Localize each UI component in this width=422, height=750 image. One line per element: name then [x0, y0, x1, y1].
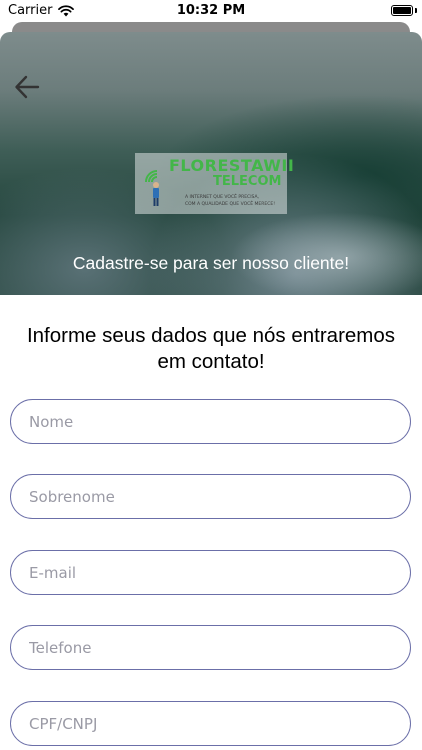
logo-tagline-2: COM A QUALIDADE QUE VOCÊ MERECE! — [185, 202, 276, 207]
form-title: Informe seus dados que nós entraremos em… — [26, 324, 396, 373]
email-input[interactable] — [10, 550, 411, 595]
battery-icon — [391, 5, 413, 16]
first-name-input[interactable] — [10, 399, 411, 444]
screen: Carrier 10:32 PM FLORESTAWII TELECOM A I… — [0, 0, 422, 750]
logo-person-icon — [145, 170, 159, 206]
arrow-left-icon[interactable] — [14, 74, 40, 100]
last-name-input[interactable] — [10, 474, 411, 519]
hero-image: FLORESTAWII TELECOM A INTERNET QUE VOCÊ … — [0, 32, 422, 295]
battery-tip — [415, 8, 417, 13]
logo-sub-text: TELECOM — [213, 174, 282, 189]
logo-tagline-1: A INTERNET QUE VOCÊ PRECISA, — [185, 195, 259, 200]
phone-input[interactable] — [10, 625, 411, 670]
cpf-cnpj-input[interactable] — [10, 701, 411, 746]
status-time: 10:32 PM — [176, 3, 246, 18]
logo-main-text: FLORESTAWII — [169, 156, 295, 175]
status-bar: Carrier 10:32 PM — [0, 0, 422, 22]
hero-caption: Cadastre-se para ser nosso cliente! — [72, 253, 350, 273]
company-logo: FLORESTAWII TELECOM A INTERNET QUE VOCÊ … — [135, 153, 294, 214]
